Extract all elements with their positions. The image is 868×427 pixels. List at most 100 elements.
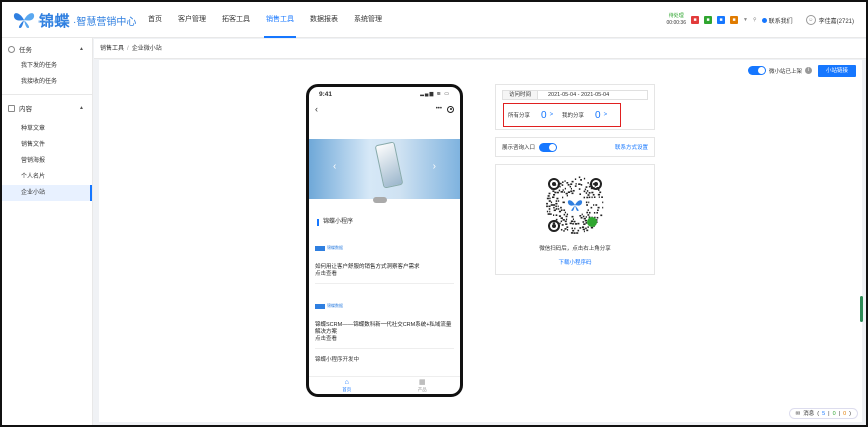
sidebar-item-posters[interactable]: 营销海报: [2, 153, 92, 169]
list-item[interactable]: 锦蝶数据 锦蝶SCRM——锦蝶数科新一代社交CRM系统+私域流量解决方案 点击查…: [315, 284, 454, 349]
qr-dot: [582, 215, 585, 218]
qr-dot: [585, 222, 588, 224]
consult-entry-label: 展示咨询入口: [502, 145, 536, 151]
nav-reports[interactable]: 数据报表: [302, 2, 346, 38]
breadcrumb-parent[interactable]: 销售工具: [100, 46, 124, 52]
nav-home[interactable]: 首页: [140, 2, 170, 38]
article-logo: 锦蝶数据: [315, 244, 454, 252]
banner-carousel[interactable]: ‹ ›: [309, 139, 460, 203]
tab-home[interactable]: ⌂ 首页: [309, 377, 385, 394]
sidebar-item-issued-tasks[interactable]: 我下发的任务: [2, 58, 92, 74]
publish-toggle-group: 微小站已上架 i: [747, 66, 812, 75]
contact-us-link[interactable]: 联系我们: [761, 16, 793, 25]
my-shares-stat[interactable]: 我的分享 0 >: [562, 110, 616, 121]
more-icon[interactable]: •••: [436, 106, 442, 112]
qr-dot: [567, 184, 570, 186]
qr-dot: [585, 186, 588, 188]
all-shares-stat[interactable]: 所有分享 0 >: [508, 110, 562, 121]
consult-entry-switch[interactable]: [539, 142, 558, 152]
page-scrollbar[interactable]: [860, 296, 863, 322]
close-circle-icon[interactable]: [447, 105, 454, 113]
green-app-icon[interactable]: ■: [704, 16, 712, 24]
nav-customer[interactable]: 客户管理: [170, 2, 214, 38]
nav-system[interactable]: 系统管理: [346, 2, 390, 38]
qr-dot: [586, 211, 589, 214]
qr-dot: [549, 210, 551, 213]
clock-icon: [8, 45, 15, 53]
download-qr-link[interactable]: 下载小程序码: [496, 258, 654, 266]
qr-dot: [554, 191, 557, 194]
main-content: 微小站已上架 i 小站链接 9:41 ▂▄▆ ≋ ▭ ‹ ••• ‹ › 锦蝶小…: [99, 60, 862, 422]
message-counter[interactable]: ✉ 消息 ( 5 | 0 | 0 ): [788, 408, 858, 419]
article-view-link[interactable]: 点击查看: [315, 271, 454, 278]
user-name: 李佳嘉(2721): [818, 18, 854, 25]
tab-label: 产品: [417, 387, 427, 392]
brand-subtitle: ·智慧营销中心: [73, 16, 137, 28]
qr-dot: [560, 220, 563, 223]
qr-panel: 微信扫码后，点击右上角分享 下载小程序码: [495, 164, 655, 275]
qr-dot: [564, 187, 566, 190]
nav-prospecting[interactable]: 拓客工具: [214, 2, 258, 38]
list-item[interactable]: 锦蝶数据 如何用让客户舒服的销售方式洞察客户需求 点击查看: [315, 226, 454, 284]
sidebar-group-label: 内容: [19, 106, 32, 113]
all-shares-value: 0: [541, 109, 547, 121]
nav-sales-tools[interactable]: 销售工具: [258, 2, 302, 38]
qr-dot: [591, 196, 593, 199]
publish-switch[interactable]: [747, 66, 766, 75]
sidebar-item-enterprise-site[interactable]: 企业小站: [2, 185, 92, 201]
qr-dot: [566, 213, 569, 216]
qr-dot: [599, 191, 602, 194]
qr-dot: [586, 204, 588, 206]
qr-dot: [560, 228, 563, 231]
search-icon[interactable]: ⚲: [753, 17, 757, 23]
pending-timer[interactable]: 待处理 00:00:36: [667, 13, 686, 27]
avatar-icon: ☺: [805, 15, 816, 25]
qr-dot: [578, 188, 581, 190]
sidebar-group-content[interactable]: 内容 ▲: [2, 99, 92, 117]
chevron-right-icon[interactable]: ›: [433, 161, 436, 172]
help-icon[interactable]: i: [805, 67, 812, 74]
tab-products[interactable]: ▦ 产品: [385, 377, 461, 394]
date-range-picker[interactable]: 2021-05-04 - 2021-05-04: [538, 90, 648, 100]
site-link-button[interactable]: 小站链接: [818, 65, 856, 77]
qr-dot: [557, 191, 559, 194]
sidebar-item-received-tasks[interactable]: 我接收的任务: [2, 74, 92, 90]
qr-dot: [583, 196, 586, 199]
blue-app-icon[interactable]: ■: [717, 16, 725, 24]
sidebar-group-task[interactable]: 任务 ▲: [2, 40, 92, 58]
qr-dot: [584, 188, 587, 191]
qr-dot: [602, 206, 604, 209]
chevron-up-icon: ▲: [79, 46, 84, 52]
qr-dot: [583, 223, 586, 225]
qr-dot: [588, 192, 591, 194]
contact-settings-link[interactable]: 联系方式设置: [615, 143, 648, 151]
qr-dot: [564, 211, 567, 214]
qr-dot: [563, 191, 565, 193]
article-view-link[interactable]: 点击查看: [315, 336, 454, 343]
qr-dot: [571, 215, 574, 218]
qr-dot: [601, 196, 603, 198]
qr-dot: [582, 228, 585, 231]
qr-dot: [547, 195, 550, 197]
contact-icon: [761, 17, 767, 23]
qr-dot: [548, 208, 551, 210]
chevron-down-icon[interactable]: ▼: [743, 17, 748, 23]
qr-dot: [565, 218, 568, 221]
sidebar-item-business-card[interactable]: 个人名片: [2, 169, 92, 185]
sidebar-item-articles[interactable]: 种草文章: [2, 121, 92, 137]
article-logo: 锦蝶数据: [315, 302, 454, 310]
publish-toggle-label: 微小站已上架: [768, 68, 802, 75]
back-icon[interactable]: ‹: [315, 104, 318, 114]
timer-value: 00:00:36: [666, 20, 686, 26]
qr-dot: [593, 196, 596, 198]
red-app-icon[interactable]: ■: [691, 16, 699, 24]
dev-note: 锦蝶小程序开发中: [315, 357, 360, 363]
orange-app-icon[interactable]: ■: [730, 16, 738, 24]
chevron-left-icon[interactable]: ‹: [333, 161, 336, 172]
sidebar-item-sales-files[interactable]: 销售文件: [2, 137, 92, 153]
qr-dot: [553, 204, 556, 206]
qr-dot: [552, 190, 555, 192]
brand-logo[interactable]: 锦蝶 ·智慧营销中心: [12, 8, 136, 32]
qr-dot: [577, 222, 580, 225]
user-menu[interactable]: ☺ 李佳嘉(2721): [805, 15, 854, 25]
